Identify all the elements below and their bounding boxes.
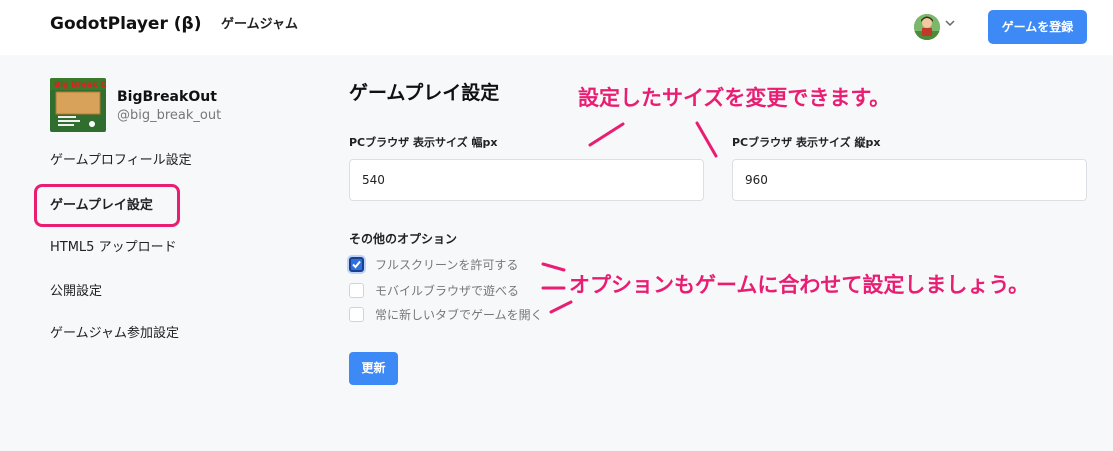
annotation-stroke [549, 300, 573, 314]
annotation-stroke [588, 122, 625, 147]
annotation-strokes [541, 121, 718, 314]
annotation-stroke [541, 262, 566, 272]
annotation-stroke [695, 121, 718, 158]
